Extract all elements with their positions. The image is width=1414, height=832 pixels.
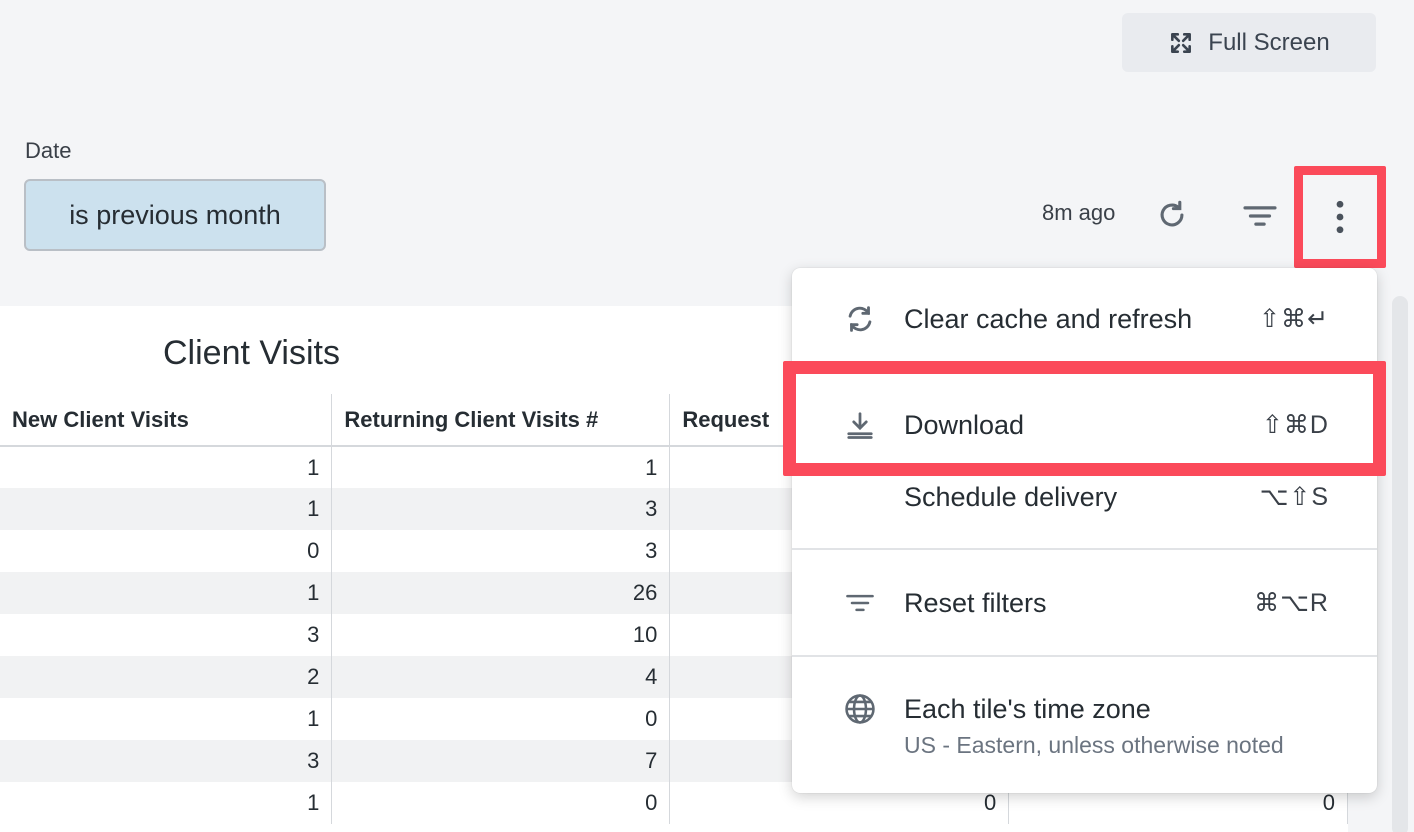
download-icon — [842, 407, 878, 443]
table-cell: 4 — [331, 656, 671, 698]
table-cell: 1 — [331, 446, 671, 488]
menu-item-reset-filters[interactable]: Reset filters ⌘⌥R — [792, 580, 1377, 626]
table-cell: 1 — [0, 446, 333, 488]
filter-lines-icon — [842, 585, 878, 621]
menu-item-shortcut: ⌥⇧S — [1259, 483, 1329, 511]
menu-item-shortcut: ⇧⌘↵ — [1259, 305, 1329, 333]
table-cell: 1 — [0, 488, 333, 530]
vertical-dots-icon — [1336, 200, 1344, 234]
column-header[interactable]: Returning Client Visits # — [331, 394, 671, 447]
expand-icon — [1171, 32, 1192, 53]
table-cell: 3 — [0, 614, 333, 656]
table-cell: 1 — [0, 572, 333, 614]
table-cell: 0 — [331, 698, 671, 740]
menu-item-label: Each tile's time zone — [904, 693, 1151, 724]
menu-item-label: Clear cache and refresh — [904, 303, 1193, 334]
menu-divider — [792, 655, 1377, 657]
menu-item-shortcut: ⇧⌘D — [1261, 411, 1329, 439]
table-cell: 3 — [331, 530, 671, 572]
table-cell: 3 — [331, 488, 671, 530]
menu-item-shortcut: ⌘⌥R — [1254, 589, 1329, 617]
menu-item-label: Reset filters — [904, 587, 1047, 618]
table-cell: 10 — [331, 614, 671, 656]
table-cell: 3 — [0, 740, 333, 782]
full-screen-label: Full Screen — [1208, 28, 1330, 56]
column-header[interactable]: New Client Visits — [0, 394, 333, 447]
time-zone-sublabel: US - Eastern, unless otherwise noted — [904, 732, 1284, 758]
tile-title: Client Visits — [163, 334, 340, 372]
table-cell: 7 — [331, 740, 671, 782]
table-cell: 1 — [0, 782, 333, 824]
dashboard-options-menu: Clear cache and refresh ⇧⌘↵ Download ⇧⌘D… — [792, 268, 1377, 793]
more-options-button[interactable] — [1294, 166, 1386, 268]
vertical-scrollbar[interactable] — [1392, 296, 1408, 832]
table-cell: 1 — [0, 698, 333, 740]
filter-icon[interactable] — [1241, 199, 1279, 233]
refresh-icon[interactable] — [1155, 198, 1189, 232]
menu-item-label: Download — [904, 409, 1025, 440]
full-screen-button[interactable]: Full Screen — [1122, 13, 1376, 72]
menu-item-label: Schedule delivery — [904, 481, 1118, 512]
menu-item-schedule-delivery[interactable]: Schedule delivery ⌥⇧S — [792, 474, 1377, 520]
table-cell: 2 — [0, 656, 333, 698]
refresh-arrows-icon — [842, 301, 878, 337]
date-filter-label: Date — [25, 138, 72, 163]
table-cell: 26 — [331, 572, 671, 614]
menu-item-clear-cache[interactable]: Clear cache and refresh ⇧⌘↵ — [792, 296, 1377, 342]
globe-icon — [842, 691, 878, 727]
menu-divider — [792, 548, 1377, 550]
table-cell: 0 — [331, 782, 671, 824]
menu-item-time-zone[interactable]: Each tile's time zone — [792, 686, 1377, 732]
date-filter-chip[interactable]: is previous month — [24, 179, 326, 251]
last-updated-text: 8m ago — [1042, 200, 1116, 225]
table-cell: 0 — [0, 530, 333, 572]
menu-item-download[interactable]: Download ⇧⌘D — [792, 402, 1377, 448]
